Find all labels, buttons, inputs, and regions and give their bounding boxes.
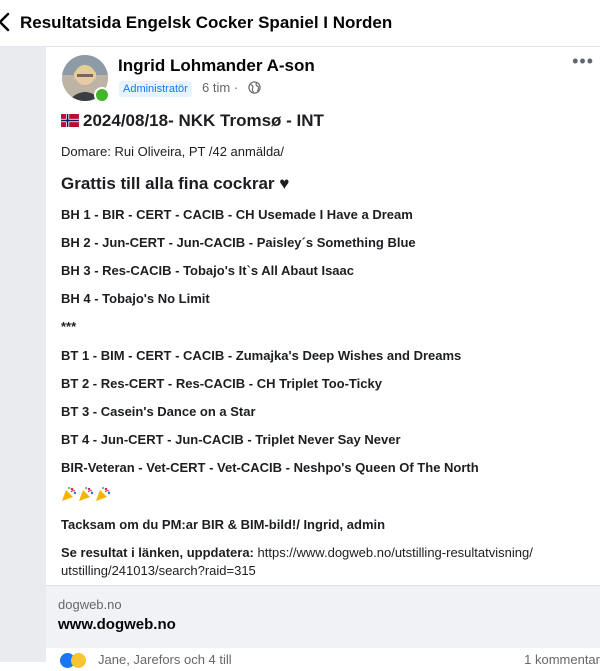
result-line: BT 1 - BIM - CERT - CACIB - Zumajka's De… [61, 348, 462, 363]
comments-count[interactable]: 1 kommentar [524, 652, 600, 667]
party-popper-icon [79, 487, 94, 501]
party-popper-icon [62, 487, 77, 501]
reactors-summary[interactable]: Jane, Jarefors och 4 till [98, 652, 232, 667]
party-emoji-row [61, 486, 112, 507]
page-title: Resultatsida Engelsk Cocker Spaniel I No… [20, 13, 393, 32]
result-line: BH 2 - Jun-CERT - Jun-CACIB - Paisley´s … [61, 235, 416, 250]
top-bar: Resultatsida Engelsk Cocker Spaniel I No… [0, 0, 600, 47]
party-popper-icon [96, 487, 111, 501]
online-status-indicator [94, 87, 110, 103]
author-name[interactable]: Ingrid Lohmander A-son [118, 56, 315, 76]
result-line: BH 3 - Res-CACIB - Tobajo's It`s All Aba… [61, 263, 354, 278]
norway-flag-icon [61, 114, 79, 127]
result-line: BT 3 - Casein's Dance on a Star [61, 404, 256, 419]
globe-icon [248, 81, 261, 94]
result-line: BIR-Veteran - Vet-CERT - Vet-CACIB - Nes… [61, 460, 479, 475]
separator-line: *** [61, 319, 77, 334]
judge-line: Domare: Rui Oliveira, PT /42 anmälda/ [61, 144, 285, 159]
post-card: Ingrid Lohmander A-son Administratör 6 t… [46, 47, 600, 668]
link-preview-title[interactable]: www.dogweb.no [58, 616, 176, 633]
more-options-icon[interactable]: ••• [572, 51, 594, 72]
link-line: Se resultat i länken, uppdatera: https:/… [61, 545, 533, 560]
post-timestamp[interactable]: 6 tim · [202, 80, 238, 95]
result-line: BH 4 - Tobajo's No Limit [61, 291, 210, 306]
left-gutter [0, 47, 46, 662]
reactions-bar: Jane, Jarefors och 4 till 1 kommentar [60, 651, 600, 671]
back-arrow-icon[interactable] [0, 10, 12, 34]
greeting-line: Grattis till alla fina cockrar ♥ [61, 174, 290, 193]
link-preview-card[interactable]: dogweb.no www.dogweb.no [46, 585, 600, 648]
link-label: Se resultat i länken, uppdatera: [61, 545, 254, 560]
headline-text: 2024/08/18- NKK Tromsø - INT [83, 111, 324, 130]
post-headline: 2024/08/18- NKK Tromsø - INT [61, 111, 324, 131]
thanks-line: Tacksam om du PM:ar BIR & BIM-bild!/ Ing… [61, 517, 386, 532]
result-link-continued[interactable]: utstilling/241013/search?raid=315 [61, 563, 256, 578]
result-line: BH 1 - BIR - CERT - CACIB - CH Usemade I… [61, 207, 413, 222]
result-line: BT 4 - Jun-CERT - Jun-CACIB - Triplet Ne… [61, 432, 401, 447]
result-line: BT 2 - Res-CERT - Res-CACIB - CH Triplet… [61, 376, 382, 391]
link-preview-domain: dogweb.no [58, 597, 122, 612]
haha-reaction-icon [71, 653, 86, 668]
admin-badge: Administratör [119, 81, 192, 97]
result-link[interactable]: https://www.dogweb.no/utstilling-resulta… [258, 545, 533, 560]
